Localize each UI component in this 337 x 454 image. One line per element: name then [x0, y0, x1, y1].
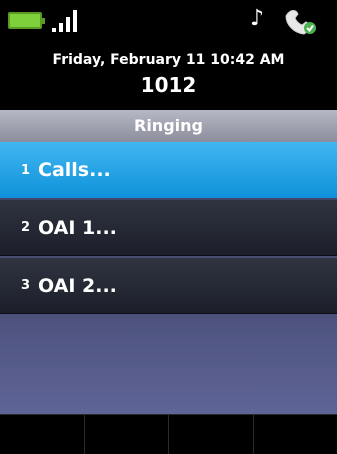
- screen-title: Ringing: [0, 110, 337, 142]
- softkey-2[interactable]: [85, 415, 170, 454]
- menu-list: 1 Calls... 2 OAI 1... 3 OAI 2...: [0, 142, 337, 414]
- softkey-1[interactable]: [0, 415, 85, 454]
- item-number: 3: [0, 278, 30, 293]
- header: Friday, February 11 10:42 AM 1012: [0, 50, 337, 108]
- list-item-calls[interactable]: 1 Calls...: [0, 142, 337, 198]
- music-note-icon: ♪: [250, 6, 264, 32]
- list-item-oai-1[interactable]: 2 OAI 1...: [0, 200, 337, 256]
- item-label: OAI 1...: [38, 217, 117, 239]
- softkey-3[interactable]: [169, 415, 254, 454]
- item-number: 1: [0, 163, 30, 178]
- battery-icon: [8, 12, 42, 29]
- extension-number: 1012: [0, 73, 337, 97]
- item-label: OAI 2...: [38, 275, 117, 297]
- status-bar: ♪: [0, 0, 337, 50]
- date-time: Friday, February 11 10:42 AM: [0, 52, 337, 68]
- softkey-bar: [0, 414, 337, 454]
- handset-icon: [280, 6, 320, 36]
- item-label: Calls...: [38, 159, 111, 181]
- item-number: 2: [0, 220, 30, 235]
- signal-strength-icon: [50, 8, 84, 32]
- list-item-oai-2[interactable]: 3 OAI 2...: [0, 258, 337, 314]
- softkey-4[interactable]: [254, 415, 337, 454]
